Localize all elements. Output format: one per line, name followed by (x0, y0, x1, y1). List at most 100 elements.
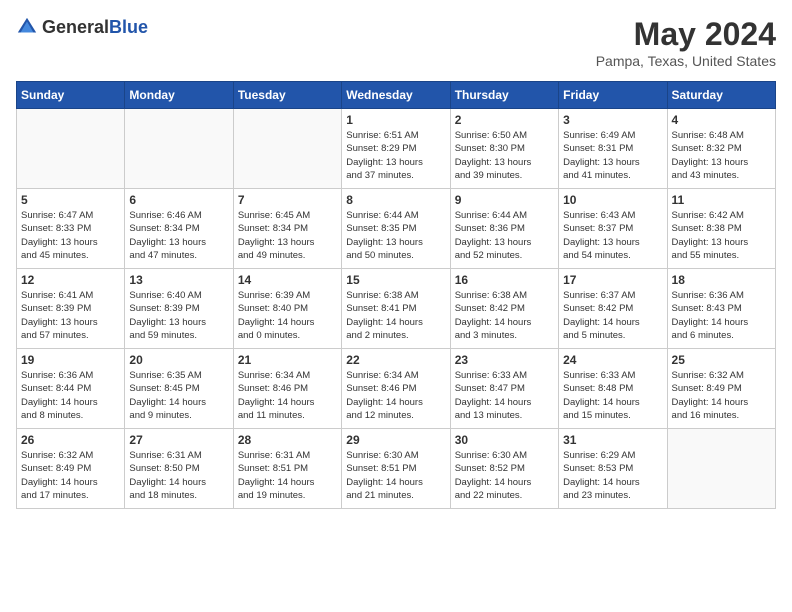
calendar-cell: 4 Sunrise: 6:48 AM Sunset: 8:32 PM Daylig… (667, 109, 775, 189)
day-number: 6 (129, 193, 228, 207)
day-number: 14 (238, 273, 337, 287)
logo: GeneralBlue (16, 16, 148, 38)
calendar-cell: 29Sunrise: 6:30 AM Sunset: 8:51 PM Dayli… (342, 429, 450, 509)
calendar-cell: 9Sunrise: 6:44 AM Sunset: 8:36 PM Daylig… (450, 189, 558, 269)
calendar-cell: 6Sunrise: 6:46 AM Sunset: 8:34 PM Daylig… (125, 189, 233, 269)
calendar-header-row: SundayMondayTuesdayWednesdayThursdayFrid… (17, 82, 776, 109)
calendar-cell: 30Sunrise: 6:30 AM Sunset: 8:52 PM Dayli… (450, 429, 558, 509)
day-number: 24 (563, 353, 662, 367)
calendar-cell: 16 Sunrise: 6:38 AM Sunset: 8:42 PM Dayli… (450, 269, 558, 349)
day-number: 21 (238, 353, 337, 367)
day-info: Sunrise: 6:35 AM Sunset: 8:45 PM Dayligh… (129, 369, 228, 422)
calendar-cell: 7 Sunrise: 6:45 AM Sunset: 8:34 PM Daylig… (233, 189, 341, 269)
calendar-cell: 25 Sunrise: 6:32 AM Sunset: 8:49 PM Dayli… (667, 349, 775, 429)
location-title: Pampa, Texas, United States (596, 53, 776, 69)
day-number: 10 (563, 193, 662, 207)
day-number: 29 (346, 433, 445, 447)
calendar-week-row: 12 Sunrise: 6:41 AM Sunset: 8:39 PM Dayli… (17, 269, 776, 349)
day-info: Sunrise: 6:34 AM Sunset: 8:46 PM Dayligh… (238, 369, 337, 422)
day-info: Sunrise: 6:33 AM Sunset: 8:47 PM Dayligh… (455, 369, 554, 422)
column-header-wednesday: Wednesday (342, 82, 450, 109)
calendar-cell: 1 Sunrise: 6:51 AM Sunset: 8:29 PM Daylig… (342, 109, 450, 189)
column-header-monday: Monday (125, 82, 233, 109)
day-info: Sunrise: 6:39 AM Sunset: 8:40 PM Dayligh… (238, 289, 337, 342)
day-number: 1 (346, 113, 445, 127)
day-number: 7 (238, 193, 337, 207)
calendar-week-row: 19 Sunrise: 6:36 AM Sunset: 8:44 PM Dayli… (17, 349, 776, 429)
title-block: May 2024 Pampa, Texas, United States (596, 16, 776, 69)
day-info: Sunrise: 6:38 AM Sunset: 8:41 PM Dayligh… (346, 289, 445, 342)
calendar-cell (667, 429, 775, 509)
calendar-cell: 2 Sunrise: 6:50 AM Sunset: 8:30 PM Daylig… (450, 109, 558, 189)
day-number: 22 (346, 353, 445, 367)
calendar-cell (233, 109, 341, 189)
day-info: Sunrise: 6:49 AM Sunset: 8:31 PM Dayligh… (563, 129, 662, 182)
calendar-cell: 13 Sunrise: 6:40 AM Sunset: 8:39 PM Dayli… (125, 269, 233, 349)
calendar-cell: 19 Sunrise: 6:36 AM Sunset: 8:44 PM Dayli… (17, 349, 125, 429)
day-number: 25 (672, 353, 771, 367)
day-number: 28 (238, 433, 337, 447)
day-number: 19 (21, 353, 120, 367)
page-header: GeneralBlue May 2024 Pampa, Texas, Unite… (16, 16, 776, 69)
day-number: 27 (129, 433, 228, 447)
calendar-cell: 31 Sunrise: 6:29 AM Sunset: 8:53 PM Dayli… (559, 429, 667, 509)
day-info: Sunrise: 6:40 AM Sunset: 8:39 PM Dayligh… (129, 289, 228, 342)
day-info: Sunrise: 6:33 AM Sunset: 8:48 PM Dayligh… (563, 369, 662, 422)
day-number: 30 (455, 433, 554, 447)
day-number: 18 (672, 273, 771, 287)
day-number: 13 (129, 273, 228, 287)
day-info: Sunrise: 6:36 AM Sunset: 8:43 PM Dayligh… (672, 289, 771, 342)
day-number: 3 (563, 113, 662, 127)
day-number: 4 (672, 113, 771, 127)
day-info: Sunrise: 6:51 AM Sunset: 8:29 PM Dayligh… (346, 129, 445, 182)
day-info: Sunrise: 6:50 AM Sunset: 8:30 PM Dayligh… (455, 129, 554, 182)
day-number: 20 (129, 353, 228, 367)
calendar-cell: 21 Sunrise: 6:34 AM Sunset: 8:46 PM Dayli… (233, 349, 341, 429)
logo-text-general: General (42, 17, 109, 37)
column-header-sunday: Sunday (17, 82, 125, 109)
logo-text-blue: Blue (109, 17, 148, 37)
day-number: 8 (346, 193, 445, 207)
day-info: Sunrise: 6:31 AM Sunset: 8:50 PM Dayligh… (129, 449, 228, 502)
day-number: 5 (21, 193, 120, 207)
calendar-cell: 15Sunrise: 6:38 AM Sunset: 8:41 PM Dayli… (342, 269, 450, 349)
day-info: Sunrise: 6:42 AM Sunset: 8:38 PM Dayligh… (672, 209, 771, 262)
column-header-thursday: Thursday (450, 82, 558, 109)
calendar-week-row: 1 Sunrise: 6:51 AM Sunset: 8:29 PM Daylig… (17, 109, 776, 189)
day-info: Sunrise: 6:37 AM Sunset: 8:42 PM Dayligh… (563, 289, 662, 342)
calendar-cell: 17Sunrise: 6:37 AM Sunset: 8:42 PM Dayli… (559, 269, 667, 349)
day-info: Sunrise: 6:41 AM Sunset: 8:39 PM Dayligh… (21, 289, 120, 342)
day-number: 16 (455, 273, 554, 287)
day-number: 31 (563, 433, 662, 447)
calendar-cell: 22 Sunrise: 6:34 AM Sunset: 8:46 PM Dayli… (342, 349, 450, 429)
calendar-cell: 27 Sunrise: 6:31 AM Sunset: 8:50 PM Dayli… (125, 429, 233, 509)
calendar-cell: 28Sunrise: 6:31 AM Sunset: 8:51 PM Dayli… (233, 429, 341, 509)
day-number: 11 (672, 193, 771, 207)
day-info: Sunrise: 6:36 AM Sunset: 8:44 PM Dayligh… (21, 369, 120, 422)
calendar-cell (17, 109, 125, 189)
calendar-cell: 20 Sunrise: 6:35 AM Sunset: 8:45 PM Dayli… (125, 349, 233, 429)
day-info: Sunrise: 6:34 AM Sunset: 8:46 PM Dayligh… (346, 369, 445, 422)
day-info: Sunrise: 6:48 AM Sunset: 8:32 PM Dayligh… (672, 129, 771, 182)
calendar-cell: 26Sunrise: 6:32 AM Sunset: 8:49 PM Dayli… (17, 429, 125, 509)
day-number: 9 (455, 193, 554, 207)
calendar-cell: 5 Sunrise: 6:47 AM Sunset: 8:33 PM Daylig… (17, 189, 125, 269)
day-info: Sunrise: 6:32 AM Sunset: 8:49 PM Dayligh… (672, 369, 771, 422)
calendar-cell: 14 Sunrise: 6:39 AM Sunset: 8:40 PM Dayli… (233, 269, 341, 349)
day-info: Sunrise: 6:44 AM Sunset: 8:35 PM Dayligh… (346, 209, 445, 262)
logo-icon (16, 16, 38, 38)
day-number: 12 (21, 273, 120, 287)
day-info: Sunrise: 6:38 AM Sunset: 8:42 PM Dayligh… (455, 289, 554, 342)
column-header-tuesday: Tuesday (233, 82, 341, 109)
month-title: May 2024 (596, 16, 776, 53)
day-number: 2 (455, 113, 554, 127)
day-info: Sunrise: 6:29 AM Sunset: 8:53 PM Dayligh… (563, 449, 662, 502)
day-info: Sunrise: 6:45 AM Sunset: 8:34 PM Dayligh… (238, 209, 337, 262)
day-info: Sunrise: 6:47 AM Sunset: 8:33 PM Dayligh… (21, 209, 120, 262)
calendar-table: SundayMondayTuesdayWednesdayThursdayFrid… (16, 81, 776, 509)
day-info: Sunrise: 6:43 AM Sunset: 8:37 PM Dayligh… (563, 209, 662, 262)
calendar-cell: 18 Sunrise: 6:36 AM Sunset: 8:43 PM Dayli… (667, 269, 775, 349)
calendar-cell (125, 109, 233, 189)
day-info: Sunrise: 6:32 AM Sunset: 8:49 PM Dayligh… (21, 449, 120, 502)
calendar-cell: 24 Sunrise: 6:33 AM Sunset: 8:48 PM Dayli… (559, 349, 667, 429)
